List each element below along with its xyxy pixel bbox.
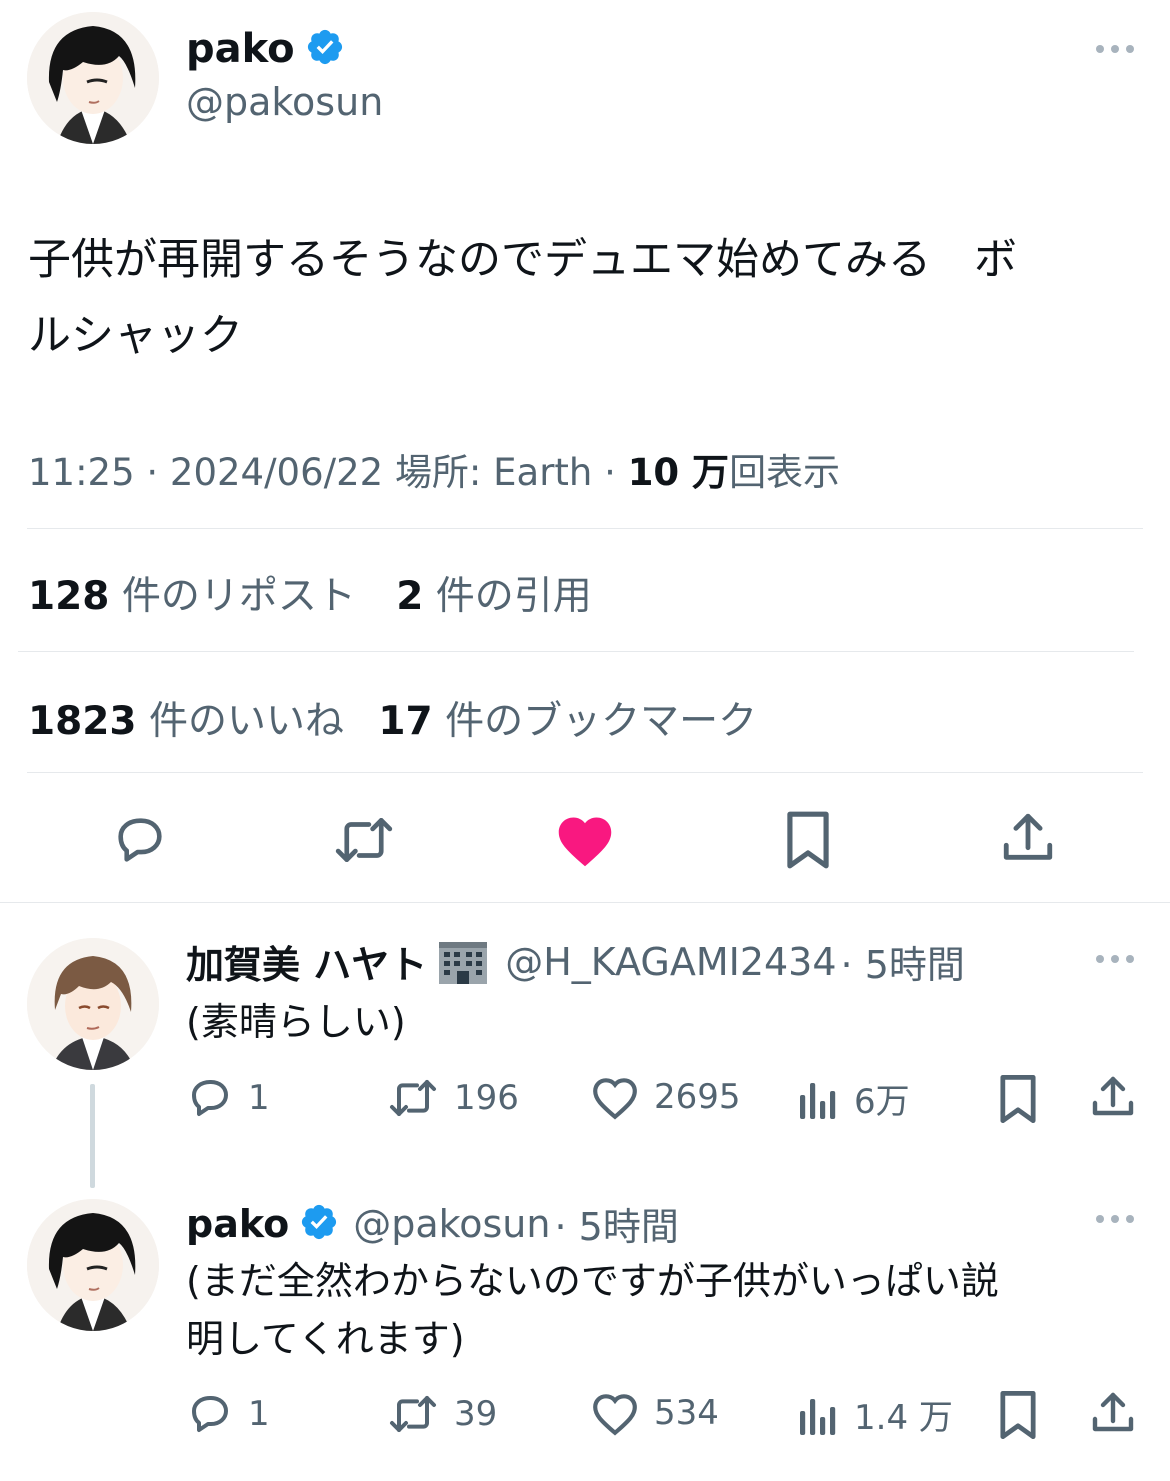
reply-time[interactable]: · 5時間: [841, 934, 965, 989]
bar-chart-icon: [796, 1391, 840, 1439]
reply-more-options-icon[interactable]: [1096, 955, 1134, 963]
tweet-location: 場所: Earth: [394, 451, 593, 494]
like-heart-icon[interactable]: [554, 810, 616, 870]
reply-text-line: 明してくれます): [186, 1317, 465, 1361]
reply-icon: [186, 1390, 234, 1438]
repost-icon[interactable]: [332, 810, 396, 870]
view-count: 10 万: [627, 451, 730, 494]
reply-icon[interactable]: [110, 810, 170, 870]
reply-icon: [186, 1074, 234, 1122]
view-count: 6万: [854, 1082, 910, 1122]
share-icon[interactable]: [998, 808, 1058, 868]
tweet-meta: 11:25 · 2024/06/22 場所: Earth · 10 万回表示: [28, 442, 840, 496]
bookmark-icon[interactable]: [780, 808, 836, 872]
reply-text: (素晴らしい): [186, 1000, 406, 1044]
likes-count: 1823: [28, 699, 137, 744]
reposts-label: 件のリポスト: [121, 574, 356, 619]
bookmarks-label: 件のブックマーク: [445, 699, 758, 744]
reply-display-name[interactable]: pako: [186, 1202, 289, 1246]
bar-chart-icon: [796, 1075, 840, 1123]
office-building-icon: [435, 936, 491, 988]
reply-more-options-icon[interactable]: [1096, 1215, 1134, 1223]
repost-count: 39: [454, 1394, 498, 1434]
author-handle[interactable]: @pakosun: [186, 80, 383, 124]
reply-text: (まだ全然わからないのですが子供がいっぱい説 明してくれます): [186, 1252, 1146, 1368]
bookmarks-count: 17: [378, 699, 433, 744]
repost-icon: [386, 1390, 440, 1438]
more-options-icon[interactable]: [1096, 45, 1134, 53]
verified-badge-icon: [305, 27, 345, 71]
author-avatar[interactable]: [27, 12, 159, 144]
reply-text-line: (まだ全然わからないのですが子供がいっぱい説: [186, 1259, 999, 1303]
tweet-timestamp[interactable]: 11:25 · 2024/06/22: [28, 451, 395, 494]
tweet-text-line: ルシャック: [28, 311, 243, 361]
reply-count: 1: [248, 1078, 270, 1118]
quotes-stat[interactable]: 2 件の引用: [396, 574, 592, 619]
likes-stat[interactable]: 1823 件のいいね: [28, 699, 344, 744]
separator-dot: ·: [592, 451, 628, 494]
reply-display-name[interactable]: 加賀美 ハヤト: [186, 934, 427, 989]
view-count: 1.4 万: [854, 1398, 953, 1438]
likes-label: 件のいいね: [148, 699, 344, 744]
bookmark-icon[interactable]: [994, 1072, 1042, 1126]
reply-views-button[interactable]: 1.4 万: [796, 1390, 953, 1439]
reply-like-button[interactable]: 534: [590, 1390, 719, 1436]
reply-avatar[interactable]: [27, 1199, 159, 1331]
reply-time[interactable]: · 5時間: [554, 1196, 678, 1251]
reply-reply-button[interactable]: 1: [186, 1074, 270, 1122]
reposts-stat[interactable]: 128 件のリポスト: [28, 574, 356, 619]
divider: [18, 651, 1134, 652]
view-count-label: 回表示: [729, 451, 841, 494]
heart-outline-icon: [590, 1390, 640, 1436]
reply-reply-button[interactable]: 1: [186, 1390, 270, 1438]
quotes-label: 件の引用: [435, 574, 592, 619]
reply-like-button[interactable]: 2695: [590, 1074, 741, 1120]
thread-connector-line: [90, 1084, 95, 1188]
reply-repost-button[interactable]: 196: [386, 1074, 519, 1122]
like-count: 2695: [654, 1077, 741, 1117]
divider: [27, 528, 1143, 529]
reply-handle[interactable]: @H_KAGAMI2434: [505, 940, 836, 984]
divider: [27, 772, 1143, 773]
reply-avatar[interactable]: [27, 938, 159, 1070]
bookmarks-stat[interactable]: 17 件のブックマーク: [378, 699, 757, 744]
quotes-count: 2: [396, 574, 424, 619]
heart-outline-icon: [590, 1074, 640, 1120]
tweet-text: 子供が再開するそうなのでデュエマ始めてみる ボ ルシャック: [28, 222, 1148, 374]
repost-icon: [386, 1074, 440, 1122]
reply-handle[interactable]: @pakosun: [353, 1202, 550, 1246]
like-count: 534: [654, 1393, 719, 1433]
reply-repost-button[interactable]: 39: [386, 1390, 497, 1438]
author-display-name[interactable]: pako: [186, 26, 295, 72]
reply-views-button[interactable]: 6万: [796, 1074, 910, 1123]
tweet-text-line: 子供が再開するそうなのでデュエマ始めてみる ボ: [28, 235, 1017, 285]
reply-count: 1: [248, 1394, 270, 1434]
reposts-count: 128: [28, 574, 110, 619]
bookmark-icon[interactable]: [994, 1388, 1042, 1442]
section-divider: [0, 902, 1170, 903]
share-icon[interactable]: [1088, 1388, 1138, 1438]
repost-count: 196: [454, 1078, 519, 1118]
share-icon[interactable]: [1088, 1072, 1138, 1122]
verified-badge-icon: [299, 1202, 339, 1246]
